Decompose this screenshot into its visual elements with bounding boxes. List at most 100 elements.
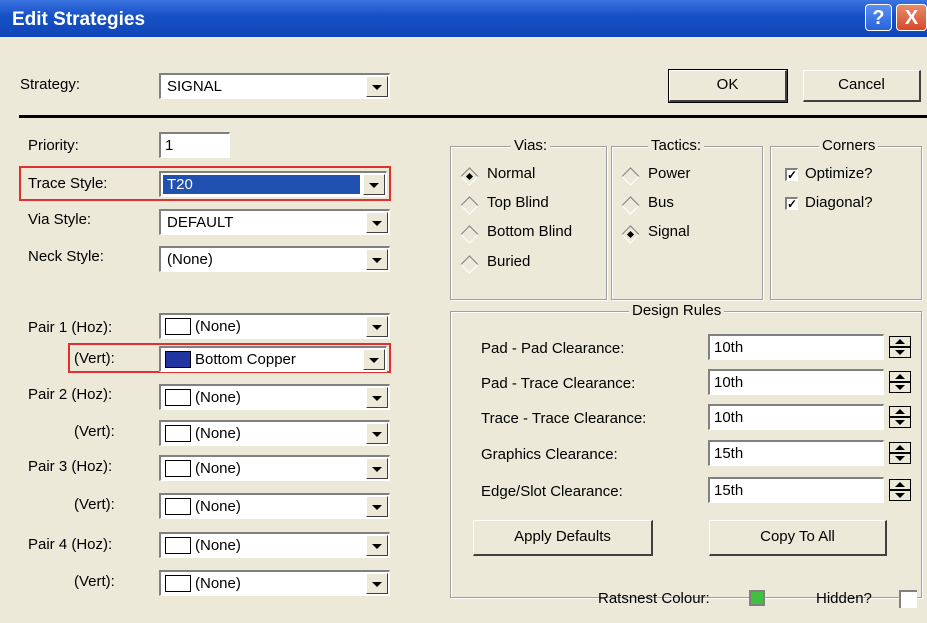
diagonal-checkbox[interactable]: ✓ <box>785 197 798 210</box>
chevron-down-icon[interactable] <box>366 573 388 594</box>
spin-down-icon[interactable] <box>889 490 911 501</box>
spin-down-icon[interactable] <box>889 417 911 428</box>
pair-3-hoz-label: Pair 3 (Hoz): <box>28 458 113 475</box>
via-style-combo[interactable]: DEFAULT <box>159 209 390 235</box>
pair-2-hoz-value: (None) <box>195 389 241 406</box>
ratsnest-label: Ratsnest Colour: <box>598 590 710 607</box>
hidden-label: Hidden? <box>816 590 872 607</box>
priority-input[interactable]: 1 <box>159 132 230 158</box>
via-style-label: Via Style: <box>28 211 92 228</box>
trace-style-combo[interactable]: T20 <box>159 171 387 197</box>
rule-value-pad-pad: 10th <box>714 339 744 356</box>
corners-option-optimize: Optimize? <box>805 165 873 182</box>
rule-value-trace-trace: 10th <box>714 409 744 426</box>
pair-3-hoz-combo[interactable]: (None) <box>159 455 390 481</box>
design-rules-group: Design Rules Pad - Pad Clearance: 10th P… <box>450 302 922 598</box>
spin-down-icon[interactable] <box>889 453 911 464</box>
trace-trace-clearance-input[interactable]: 10th <box>708 404 884 430</box>
chevron-down-icon[interactable] <box>366 249 388 270</box>
copy-to-all-button[interactable]: Copy To All <box>709 520 887 556</box>
pair-1-hoz-combo[interactable]: (None) <box>159 313 390 339</box>
rule-label-edge-slot: Edge/Slot Clearance: <box>481 483 623 500</box>
hidden-checkbox[interactable] <box>899 590 917 608</box>
pair-2-vert-combo[interactable]: (None) <box>159 420 390 446</box>
apply-defaults-button[interactable]: Apply Defaults <box>473 520 653 556</box>
pair-2-vert-value: (None) <box>195 425 241 442</box>
spin-down-icon[interactable] <box>889 382 911 393</box>
spin-up-icon[interactable] <box>889 371 911 382</box>
chevron-down-icon[interactable] <box>366 496 388 517</box>
pair-4-vert-combo[interactable]: (None) <box>159 570 390 596</box>
color-swatch <box>165 425 191 442</box>
chevron-down-icon[interactable] <box>366 387 388 408</box>
spin-pad-pad[interactable] <box>889 336 911 358</box>
corners-group: Corners ✓ Optimize? ✓ Diagonal? <box>770 137 922 300</box>
chevron-down-icon[interactable] <box>366 535 388 556</box>
pair-1-hoz-label: Pair 1 (Hoz): <box>28 319 113 336</box>
color-swatch <box>165 318 191 335</box>
radio-buried[interactable] <box>460 255 479 274</box>
cancel-button[interactable]: Cancel <box>803 70 921 102</box>
title-bar: Edit Strategies ? X <box>0 0 927 37</box>
ratsnest-color-swatch[interactable] <box>749 590 765 606</box>
tactics-group: Tactics: Power Bus Signal <box>611 137 763 300</box>
vias-option-buried: Buried <box>487 253 531 270</box>
strategy-combo[interactable]: SIGNAL <box>159 73 390 99</box>
optimize-checkbox[interactable]: ✓ <box>785 168 798 181</box>
separator <box>19 115 927 118</box>
pair-4-hoz-label: Pair 4 (Hoz): <box>28 536 113 553</box>
pad-pad-clearance-input[interactable]: 10th <box>708 334 884 360</box>
priority-value: 1 <box>165 137 174 154</box>
vias-option-normal: Normal <box>487 165 536 182</box>
close-button[interactable]: X <box>896 4 927 31</box>
strategy-value: SIGNAL <box>167 78 223 95</box>
spin-edge-slot[interactable] <box>889 479 911 501</box>
pair-3-vert-combo[interactable]: (None) <box>159 493 390 519</box>
radio-signal[interactable] <box>621 225 640 244</box>
ok-button[interactable]: OK <box>668 69 788 103</box>
spin-up-icon[interactable] <box>889 406 911 417</box>
radio-power[interactable] <box>621 167 640 186</box>
color-swatch <box>165 575 191 592</box>
pair-1-hoz-value: (None) <box>195 318 241 335</box>
radio-bottom-blind[interactable] <box>460 225 479 244</box>
edge-slot-clearance-input[interactable]: 15th <box>708 477 884 503</box>
pair-4-hoz-combo[interactable]: (None) <box>159 532 390 558</box>
chevron-down-icon[interactable] <box>366 458 388 479</box>
pair-2-hoz-combo[interactable]: (None) <box>159 384 390 410</box>
spin-up-icon[interactable] <box>889 442 911 453</box>
spin-trace-trace[interactable] <box>889 406 911 428</box>
chevron-down-icon[interactable] <box>366 76 388 97</box>
pad-trace-clearance-input[interactable]: 10th <box>708 369 884 395</box>
neck-style-combo[interactable]: (None) <box>159 246 390 272</box>
spin-up-icon[interactable] <box>889 479 911 490</box>
spin-pad-trace[interactable] <box>889 371 911 393</box>
pair-4-hoz-value: (None) <box>195 537 241 554</box>
color-swatch <box>165 351 191 368</box>
chevron-down-icon[interactable] <box>363 349 385 370</box>
chevron-down-icon[interactable] <box>366 316 388 337</box>
graphics-clearance-input[interactable]: 15th <box>708 440 884 466</box>
color-swatch <box>165 537 191 554</box>
via-style-value: DEFAULT <box>167 214 234 231</box>
radio-top-blind[interactable] <box>460 196 479 215</box>
pair-1-vert-combo[interactable]: Bottom Copper <box>159 346 387 372</box>
pair-2-hoz-label: Pair 2 (Hoz): <box>28 386 113 403</box>
strategy-label: Strategy: <box>20 76 81 93</box>
radio-bus[interactable] <box>621 196 640 215</box>
tactics-option-signal: Signal <box>648 223 690 240</box>
spin-down-icon[interactable] <box>889 347 911 358</box>
spin-graphics[interactable] <box>889 442 911 464</box>
spin-up-icon[interactable] <box>889 336 911 347</box>
rule-label-trace-trace: Trace - Trace Clearance: <box>481 410 647 427</box>
chevron-down-icon[interactable] <box>363 174 385 195</box>
dialog-body: Strategy: SIGNAL OK Cancel Priority: 1 T… <box>0 37 927 623</box>
chevron-down-icon[interactable] <box>366 212 388 233</box>
radio-normal[interactable] <box>460 167 479 186</box>
rule-label-pad-pad: Pad - Pad Clearance: <box>481 340 625 357</box>
neck-style-value: (None) <box>167 251 213 268</box>
trace-style-label: Trace Style: <box>28 175 108 192</box>
chevron-down-icon[interactable] <box>366 423 388 444</box>
pair-1-vert-value: Bottom Copper <box>195 351 296 368</box>
help-button[interactable]: ? <box>865 4 892 31</box>
